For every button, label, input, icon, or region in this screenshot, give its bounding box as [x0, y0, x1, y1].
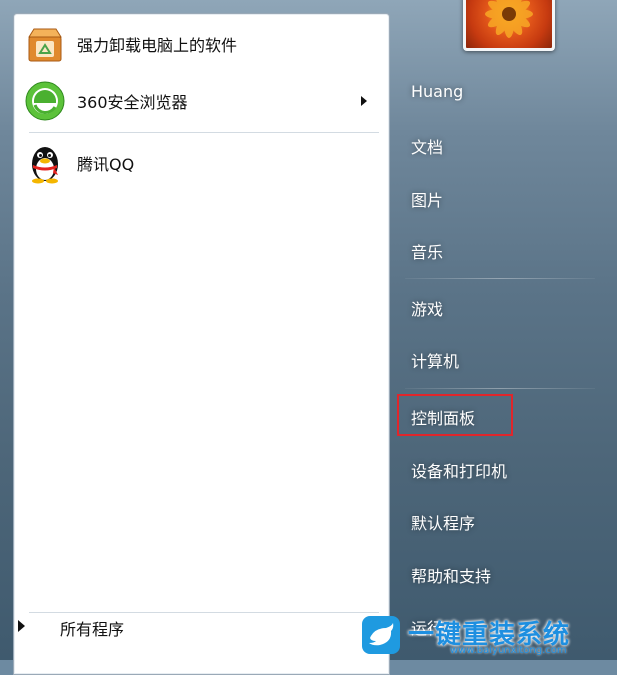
watermark-url: www.baiyunxitong.com: [450, 645, 567, 656]
pinned-item-label: 360安全浏览器: [77, 93, 188, 112]
music-link[interactable]: 音乐: [411, 239, 443, 263]
pinned-item-qq[interactable]: 腾讯QQ: [14, 138, 379, 188]
qq-penguin-icon: [24, 142, 66, 184]
divider: [29, 132, 379, 133]
computer-link[interactable]: 计算机: [411, 348, 459, 372]
user-folder-link[interactable]: Huang: [411, 82, 463, 101]
devices-printers-link[interactable]: 设备和打印机: [411, 458, 507, 482]
help-support-link[interactable]: 帮助和支持: [411, 563, 491, 587]
pinned-item-360-browser[interactable]: 360安全浏览器: [14, 76, 379, 126]
default-programs-link[interactable]: 默认程序: [411, 510, 475, 534]
start-menu: 强力卸载电脑上的软件 360安全浏览器 腾讯QQ 所有程序 Huang 文档 图…: [0, 0, 617, 675]
divider: [405, 278, 595, 279]
divider: [405, 388, 595, 389]
documents-link[interactable]: 文档: [411, 134, 443, 158]
pinned-item-label: 强力卸载电脑上的软件: [77, 36, 238, 55]
all-programs-label: 所有程序: [60, 620, 125, 639]
bird-logo-icon: [362, 616, 400, 654]
site-watermark: 一键重装系统 www.baiyunxitong.com: [358, 612, 617, 660]
user-avatar[interactable]: [463, 0, 555, 51]
control-panel-highlight: [397, 394, 513, 436]
360-browser-icon: [24, 80, 66, 122]
arrow-right-icon: [18, 620, 25, 632]
flower-icon: [485, 0, 533, 38]
submenu-arrow-icon[interactable]: [361, 96, 367, 106]
pinned-programs-pane: 强力卸载电脑上的软件 360安全浏览器 腾讯QQ: [13, 13, 390, 675]
uninstaller-box-icon: [24, 23, 66, 65]
pinned-item-label: 腾讯QQ: [77, 155, 135, 174]
all-programs-button[interactable]: 所有程序: [0, 604, 375, 650]
games-link[interactable]: 游戏: [411, 296, 443, 320]
pinned-item-uninstaller[interactable]: 强力卸载电脑上的软件: [14, 19, 379, 69]
pictures-link[interactable]: 图片: [411, 187, 443, 211]
